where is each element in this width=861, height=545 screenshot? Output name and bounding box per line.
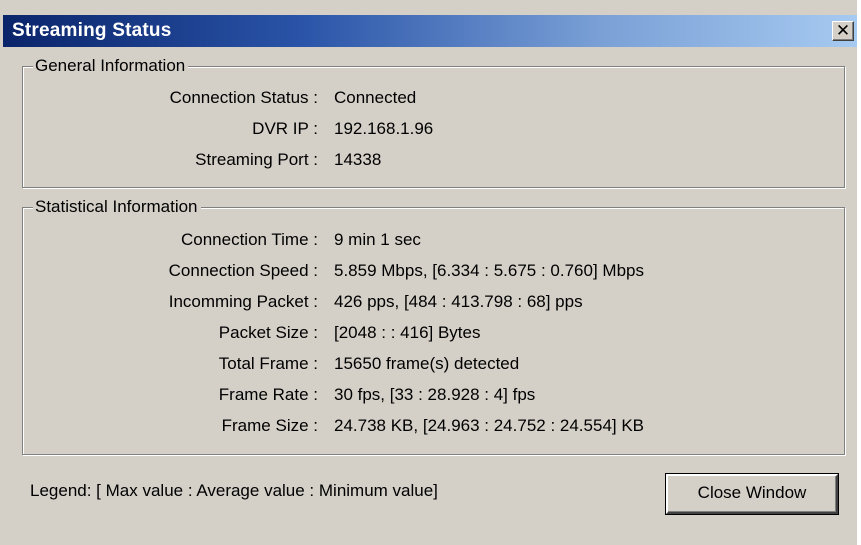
general-information-title: General Information — [33, 55, 189, 77]
connection-speed-value: 5.859 Mbps, [6.334 : 5.675 : 0.760] Mbps — [334, 261, 644, 280]
frame-size-value: 24.738 KB, [24.963 : 24.752 : 24.554] KB — [334, 416, 645, 435]
connection-status-value: Connected — [334, 88, 417, 107]
statistical-information-group: Statistical Information Connection Time … — [22, 196, 845, 455]
title-bar[interactable]: Streaming Status ✕ — [3, 15, 857, 47]
connection-status-row: Connection Status : Connected — [23, 85, 823, 111]
close-icon: ✕ — [835, 21, 851, 40]
connection-time-label: Connection Time : — [180, 230, 318, 249]
streaming-status-window: Streaming Status ✕ General Information C… — [0, 0, 859, 545]
total-frame-row: Total Frame : 15650 frame(s) detected — [23, 351, 823, 377]
connection-speed-row: Connection Speed : 5.859 Mbps, [6.334 : … — [23, 258, 823, 284]
packet-size-label: Packet Size : — [218, 323, 318, 342]
streaming-port-value: 14338 — [334, 150, 382, 169]
streaming-port-row: Streaming Port : 14338 — [23, 147, 823, 173]
incomming-packet-label: Incomming Packet : — [168, 292, 318, 311]
connection-time-row: Connection Time : 9 min 1 sec — [23, 227, 823, 253]
frame-rate-row: Frame Rate : 30 fps, [33 : 28.928 : 4] f… — [23, 382, 823, 408]
total-frame-value: 15650 frame(s) detected — [334, 354, 520, 373]
dvr-ip-value: 192.168.1.96 — [334, 119, 434, 138]
frame-size-row: Frame Size : 24.738 KB, [24.963 : 24.752… — [23, 413, 823, 439]
legend-text: Legend: [ Max value : Average value : Mi… — [30, 481, 438, 500]
frame-rate-value: 30 fps, [33 : 28.928 : 4] fps — [334, 385, 536, 404]
incomming-packet-value: 426 pps, [484 : 413.798 : 68] pps — [334, 292, 583, 311]
dvr-ip-row: DVR IP : 192.168.1.96 — [23, 116, 823, 142]
streaming-port-label: Streaming Port : — [195, 150, 318, 169]
total-frame-label: Total Frame : — [218, 354, 318, 373]
connection-speed-label: Connection Speed : — [168, 261, 318, 280]
frame-rate-label: Frame Rate : — [218, 385, 318, 404]
window-title: Streaming Status — [12, 20, 172, 41]
incomming-packet-row: Incomming Packet : 426 pps, [484 : 413.7… — [23, 289, 823, 315]
general-information-group: General Information Connection Status : … — [22, 55, 845, 188]
close-button[interactable]: ✕ — [832, 21, 854, 41]
dvr-ip-label: DVR IP : — [252, 119, 318, 138]
statistical-information-title: Statistical Information — [33, 196, 201, 218]
frame-size-label: Frame Size : — [221, 416, 318, 435]
connection-time-value: 9 min 1 sec — [334, 230, 421, 249]
close-window-button[interactable]: Close Window — [665, 473, 839, 515]
packet-size-row: Packet Size : [2048 : : 416] Bytes — [23, 320, 823, 346]
packet-size-value: [2048 : : 416] Bytes — [334, 323, 481, 342]
connection-status-label: Connection Status : — [169, 88, 318, 107]
